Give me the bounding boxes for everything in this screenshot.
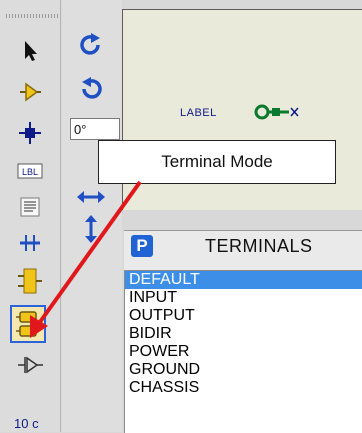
list-item-power[interactable]: POWER (125, 343, 362, 361)
terminal-symbol-icon (254, 104, 299, 120)
list-item-input[interactable]: INPUT (125, 289, 362, 307)
callout-text: Terminal Mode (161, 152, 273, 171)
flip-horizontal-button[interactable] (70, 180, 112, 214)
flip-vertical-icon (85, 215, 97, 243)
wire-label-mode-button[interactable]: LBL (10, 156, 50, 186)
device-pin-mode-button[interactable] (10, 350, 50, 380)
junction-dot-icon (19, 122, 41, 144)
callout-box: Terminal Mode (98, 140, 336, 184)
bus-label-partial: 10 c (14, 416, 39, 431)
subcircuit-icon (18, 268, 42, 294)
terminals-list[interactable]: DEFAULT INPUT OUTPUT BIDIR POWER GROUND … (124, 270, 362, 433)
rotation-angle-field[interactable] (70, 118, 120, 140)
rotate-clockwise-button[interactable] (70, 28, 112, 62)
rotate-clockwise-icon (80, 33, 100, 55)
bus-icon (20, 235, 40, 251)
list-item-default[interactable]: DEFAULT (125, 271, 362, 289)
text-script-mode-button[interactable] (10, 192, 50, 222)
flip-horizontal-icon (77, 191, 105, 203)
rotate-anticlockwise-icon (82, 77, 102, 99)
panel-title: TERMINALS (205, 236, 313, 256)
terminal-label-text: LABEL (180, 107, 217, 119)
rotate-anticlockwise-button[interactable] (70, 72, 112, 106)
terminal-mode-button[interactable] (10, 305, 46, 343)
component-mode-icon (20, 82, 41, 102)
component-mode-button[interactable] (10, 77, 50, 107)
list-item-ground[interactable]: GROUND (125, 361, 362, 379)
toolbar-grip[interactable] (6, 14, 58, 18)
bus-mode-button[interactable] (10, 228, 50, 258)
text-script-icon (20, 197, 40, 217)
terminal-mode-icon (16, 311, 37, 337)
selection-mode-button[interactable] (10, 36, 50, 66)
list-item-bidir[interactable]: BIDIR (125, 325, 362, 343)
wire-label-icon: LBL (17, 163, 43, 179)
list-item-chassis[interactable]: CHASSIS (125, 379, 362, 397)
device-pin-icon (18, 356, 43, 374)
select-arrow-icon (25, 41, 37, 61)
flip-vertical-button[interactable] (70, 212, 112, 246)
junction-dot-mode-button[interactable] (10, 118, 50, 148)
pick-devices-button[interactable]: P (131, 235, 153, 257)
list-item-output[interactable]: OUTPUT (125, 307, 362, 325)
subcircuit-mode-button[interactable] (10, 266, 50, 296)
svg-text:LBL: LBL (22, 167, 38, 177)
